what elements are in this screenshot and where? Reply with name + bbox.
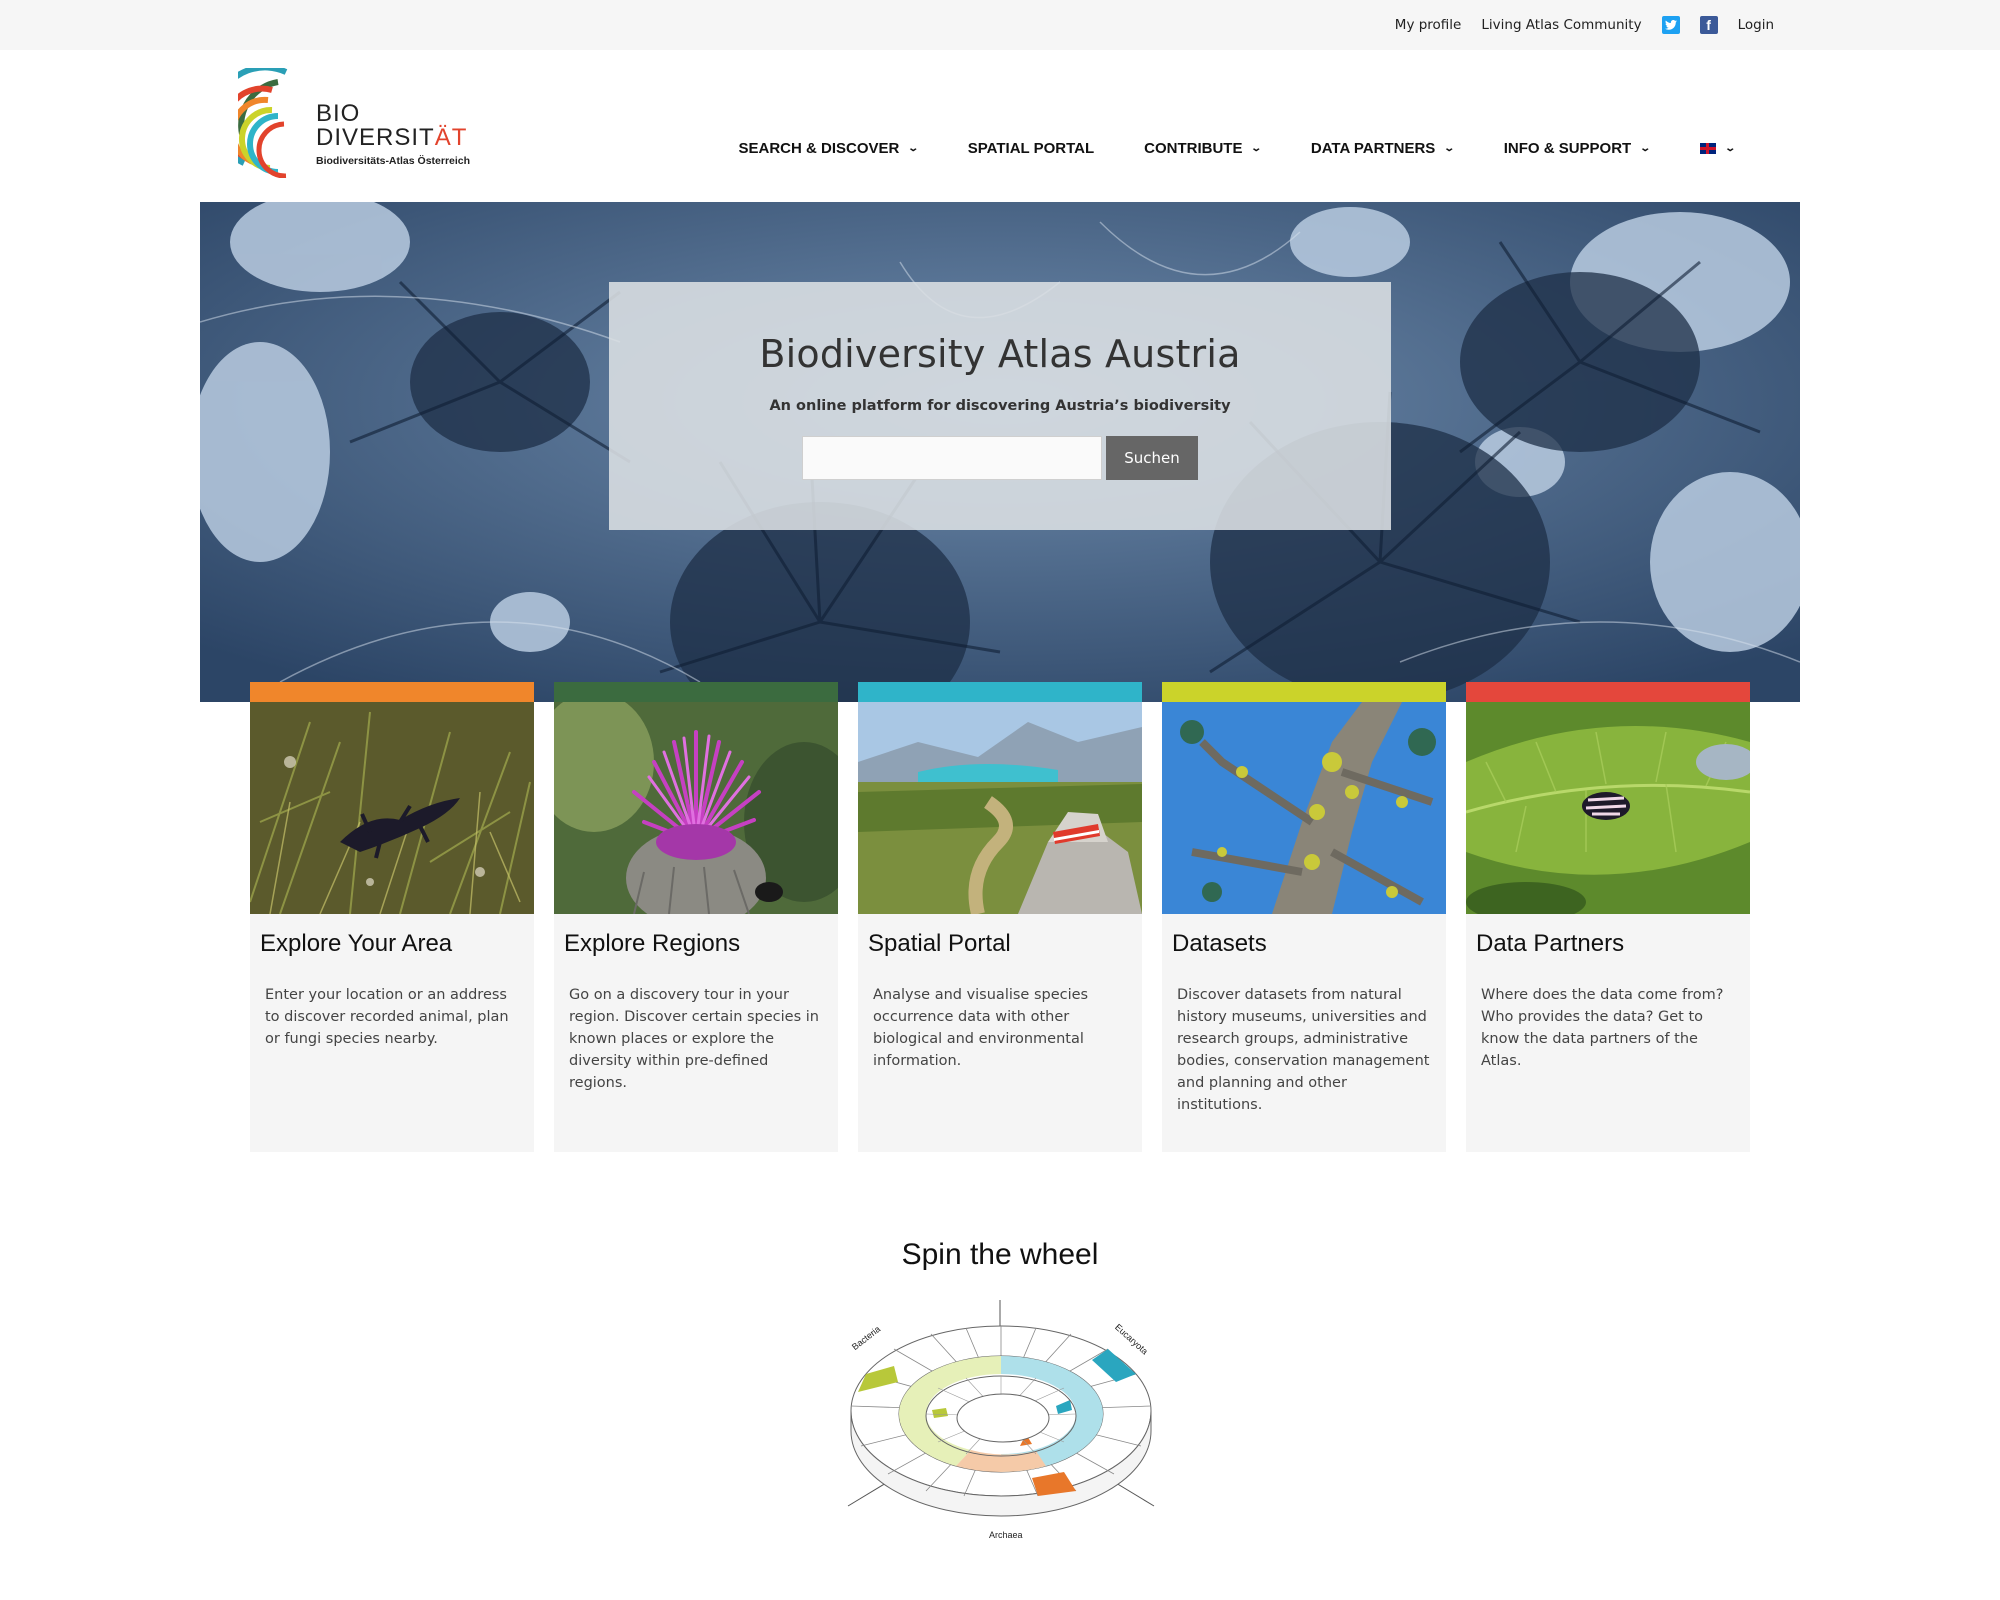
hero-search-form: Suchen bbox=[609, 436, 1391, 480]
card-description: Where does the data come from? Who provi… bbox=[1481, 987, 1724, 1069]
card-color-bar bbox=[250, 682, 534, 702]
card-datasets[interactable]: Datasets Discover datasets from natural … bbox=[1162, 682, 1446, 1152]
logo-wordmark: BIO DIVERSITÄT bbox=[316, 102, 467, 150]
alpine-trail-photo bbox=[858, 702, 1142, 914]
salamander-photo bbox=[250, 702, 534, 914]
chevron-down-icon: ⌄ bbox=[1250, 143, 1263, 154]
main-navigation: SEARCH & DISCOVER ⌄ SPATIAL PORTAL CONTRI… bbox=[689, 140, 1736, 157]
nav-contribute-label: CONTRIBUTE bbox=[1144, 140, 1243, 157]
card-color-bar bbox=[1466, 682, 1750, 702]
wheel-label-bacteria: Bacteria bbox=[850, 1324, 882, 1352]
card-data-partners[interactable]: Data Partners Where does the data come f… bbox=[1466, 682, 1750, 1152]
chevron-down-icon: ⌄ bbox=[1723, 143, 1736, 154]
logo-arcs-icon bbox=[211, 64, 288, 179]
card-description: Discover datasets from natural history m… bbox=[1177, 987, 1430, 1113]
nav-spatial-portal[interactable]: SPATIAL PORTAL bbox=[968, 140, 1094, 157]
hero-title: Biodiversity Atlas Austria bbox=[759, 332, 1241, 376]
species-search-input[interactable] bbox=[802, 436, 1102, 480]
lichen-tree-photo bbox=[1162, 702, 1446, 914]
facebook-icon[interactable]: f bbox=[1699, 16, 1718, 34]
login-link[interactable]: Login bbox=[1738, 17, 1774, 33]
logo-line-2-accent: ÄT bbox=[434, 124, 468, 151]
chevron-down-icon: ⌄ bbox=[1639, 143, 1652, 154]
card-color-bar bbox=[858, 682, 1142, 702]
card-description: Go on a discovery tour in your region. D… bbox=[569, 987, 819, 1091]
top-utility-bar: My profile Living Atlas Community f Logi… bbox=[0, 0, 2000, 50]
nav-contribute[interactable]: CONTRIBUTE ⌄ bbox=[1144, 140, 1263, 157]
site-logo[interactable]: BIO DIVERSITÄT Biodiversitäts-Atlas Öste… bbox=[211, 64, 478, 179]
spin-wheel-title: Spin the wheel bbox=[901, 1238, 1099, 1271]
card-title: Explore Regions bbox=[564, 930, 741, 957]
nav-data-partners-label: DATA PARTNERS bbox=[1310, 140, 1436, 157]
card-title: Data Partners bbox=[1476, 930, 1625, 957]
nav-search-discover-label: SEARCH & DISCOVER bbox=[738, 140, 900, 157]
search-button[interactable]: Suchen bbox=[1106, 436, 1198, 480]
logo-subtitle: Biodiversitäts-Atlas Österreich bbox=[316, 155, 471, 167]
card-spatial-portal[interactable]: Spatial Portal Analyse and visualise spe… bbox=[858, 682, 1142, 1152]
wheel-label-eucaryota: Eucaryota bbox=[1113, 1322, 1150, 1357]
top-links: My profile Living Atlas Community f Logi… bbox=[1395, 0, 1774, 50]
chevron-down-icon: ⌄ bbox=[1443, 143, 1456, 154]
nav-data-partners[interactable]: DATA PARTNERS ⌄ bbox=[1310, 140, 1456, 157]
thistle-photo bbox=[554, 702, 838, 914]
nav-info-support-label: INFO & SUPPORT bbox=[1503, 140, 1632, 157]
my-profile-link[interactable]: My profile bbox=[1395, 17, 1462, 33]
card-title: Explore Your Area bbox=[260, 930, 453, 957]
language-selector[interactable]: ⌄ bbox=[1699, 143, 1736, 154]
tree-of-life-wheel[interactable]: Bacteria Eucaryota Archaea bbox=[846, 1296, 1156, 1546]
card-title: Spatial Portal bbox=[868, 930, 1011, 957]
card-explore-your-area[interactable]: Explore Your Area Enter your location or… bbox=[250, 682, 534, 1152]
uk-flag-icon bbox=[1699, 143, 1716, 154]
beetle-leaf-photo bbox=[1466, 702, 1750, 914]
card-description: Enter your location or an address to dis… bbox=[265, 987, 509, 1047]
logo-line-2: DIVERSITÄT bbox=[316, 126, 467, 150]
card-description: Analyse and visualise species occurrence… bbox=[873, 987, 1089, 1069]
nav-spatial-portal-label: SPATIAL PORTAL bbox=[967, 140, 1095, 157]
card-color-bar bbox=[1162, 682, 1446, 702]
card-title: Datasets bbox=[1172, 930, 1267, 957]
hero-search-box: Biodiversity Atlas Austria An online pla… bbox=[609, 282, 1391, 530]
hero-banner: Biodiversity Atlas Austria An online pla… bbox=[200, 202, 1800, 702]
nav-info-support[interactable]: INFO & SUPPORT ⌄ bbox=[1503, 140, 1652, 157]
logo-line-1: BIO bbox=[316, 100, 361, 127]
chevron-down-icon: ⌄ bbox=[907, 143, 920, 154]
card-explore-regions[interactable]: Explore Regions Go on a discovery tour i… bbox=[554, 682, 838, 1152]
twitter-icon[interactable] bbox=[1661, 16, 1680, 34]
living-atlas-community-link[interactable]: Living Atlas Community bbox=[1481, 17, 1641, 33]
nav-search-discover[interactable]: SEARCH & DISCOVER ⌄ bbox=[738, 140, 920, 157]
card-color-bar bbox=[554, 682, 838, 702]
hero-subtitle: An online platform for discovering Austr… bbox=[769, 398, 1231, 414]
wheel-label-archaea: Archaea bbox=[989, 1530, 1023, 1540]
logo-line-2-main: DIVERSIT bbox=[316, 124, 435, 151]
